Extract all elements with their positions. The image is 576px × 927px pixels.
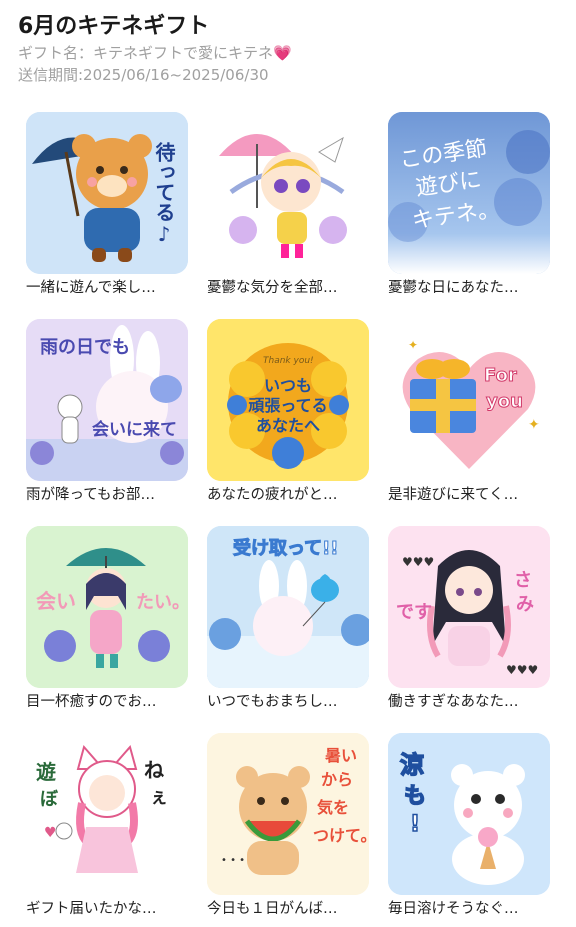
flowers-icon[interactable]: Thank you! いつも 頑張ってる あなたへ (207, 319, 369, 481)
sticker-card[interactable]: 受け取って!! いつでもおまちし… (207, 526, 369, 712)
sticker-card[interactable]: 雨の日でも 会いに来て 雨が降ってもお部… (26, 319, 188, 505)
sticker-caption: あなたの疲れがと… (207, 487, 338, 503)
page-title: 6月のキテネギフト (18, 14, 210, 39)
bunny-balloon-icon[interactable]: 受け取って!! (207, 526, 369, 688)
sticker-caption: 毎日溶けそうなぐ… (388, 901, 519, 917)
girl-green-umbrella-icon[interactable]: 会い たい。 (26, 526, 188, 688)
gift-heart-icon[interactable]: For you ✦ ✦ (388, 319, 550, 481)
sticker-caption: ギフト届いたかな… (26, 901, 157, 917)
polar-bear-icecream-icon[interactable]: 涼 も ! (388, 733, 550, 895)
svg-text:いつも: いつも (264, 376, 312, 395)
svg-text:♥♥♥: ♥♥♥ (506, 663, 538, 677)
girl-umbrella-icon[interactable] (207, 112, 369, 274)
svg-text:あなたへ: あなたへ (256, 416, 320, 435)
svg-text:つけて。: つけて。 (313, 826, 369, 845)
svg-text:ぇ: ぇ (150, 787, 168, 808)
svg-text:♥: ♥ (44, 825, 57, 841)
bear-watermelon-icon[interactable]: • • • 暑い から 気を つけて。 (207, 733, 369, 895)
sticker-caption: 憂鬱な日にあなた… (388, 280, 519, 296)
sticker-card[interactable]: 遊 ぼ ね ぇ ♥ ギフト届いたかな… (26, 733, 188, 919)
bunny-rain-icon[interactable]: 雨の日でも 会いに来て (26, 319, 188, 481)
sticker-caption: 一緒に遊んで楽し… (26, 280, 156, 296)
sticker-caption: いつでもおまちし… (207, 694, 338, 710)
svg-text:ね: ね (144, 758, 164, 782)
hydrangea-icon[interactable]: この季節 遊びに キテネ。 (388, 112, 550, 274)
svg-text:から: から (321, 770, 353, 789)
svg-text:涼: 涼 (400, 751, 424, 779)
svg-text:気を: 気を (317, 798, 349, 817)
sticker-card[interactable]: この季節 遊びに キテネ。 憂鬱な日にあなた… (388, 112, 550, 298)
sticker-caption: 今日も１日がんば… (207, 901, 338, 917)
send-period: 送信期間:2025/06/16~2025/06/30 (18, 66, 269, 84)
svg-text:✦: ✦ (528, 417, 540, 433)
sticker-card[interactable]: ♥♥♥ ♥♥♥ です さ み 働きすぎなあなた… (388, 526, 550, 712)
gift-name-text: ギフト名：キテネギフトで愛にキテネ (18, 44, 274, 62)
svg-text:you: you (486, 391, 523, 412)
gift-header: 6月のキテネギフト ギフト名：キテネギフトで愛にキテネ💗 送信期間:2025/0… (0, 0, 576, 86)
sticker-caption: 目一杯癒すのでお… (26, 694, 157, 710)
svg-text:会いに来て: 会いに来て (92, 419, 177, 440)
sticker-caption: 働きすぎなあなた… (388, 694, 519, 710)
svg-text:も: も (404, 784, 426, 809)
sticker-card[interactable]: 憂鬱な気分を全部… (207, 112, 369, 298)
girl-dark-hair-icon[interactable]: ♥♥♥ ♥♥♥ です さ み (388, 526, 550, 688)
cat-hood-girl-icon[interactable]: 遊 ぼ ね ぇ ♥ (26, 733, 188, 895)
sticker-card[interactable]: Thank you! いつも 頑張ってる あなたへ あなたの疲れがと… (207, 319, 369, 505)
svg-text:✦: ✦ (408, 338, 418, 352)
svg-text:Thank you!: Thank you! (263, 356, 314, 366)
svg-text:さ: さ (514, 570, 532, 591)
svg-text:For: For (484, 365, 517, 386)
sticker-card[interactable]: For you ✦ ✦ 是非遊びに来てく… (388, 319, 550, 505)
bear-umbrella-icon[interactable]: 待ってる♪ (26, 112, 188, 274)
svg-text:ぼ: ぼ (40, 789, 59, 810)
sticker-caption: 雨が降ってもお部… (26, 487, 156, 503)
sticker-caption: 是非遊びに来てく… (388, 487, 519, 503)
svg-text:です: です (396, 602, 432, 623)
sticker-card[interactable]: 会い たい。 目一杯癒すのでお… (26, 526, 188, 712)
svg-text:• • •: • • • (221, 855, 245, 866)
sticker-grid: 待ってる♪ 一緒に遊んで楽し… 憂鬱な気分を全部… この季節 遊びに キテネ。 … (0, 112, 576, 919)
svg-text:♥♥♥: ♥♥♥ (402, 555, 434, 569)
sticker-card[interactable]: 涼 も ! 毎日溶けそうなぐ… (388, 733, 550, 919)
svg-text:受け取って!!: 受け取って!! (233, 537, 339, 559)
sticker-card[interactable]: 待ってる♪ 一緒に遊んで楽し… (26, 112, 188, 298)
gift-name: ギフト名：キテネギフトで愛にキテネ💗 (18, 42, 558, 64)
svg-text:遊: 遊 (36, 760, 56, 784)
svg-text:!: ! (410, 812, 420, 837)
svg-text:たい。: たい。 (136, 592, 188, 613)
sticker-caption: 憂鬱な気分を全部… (207, 280, 338, 296)
svg-text:み: み (516, 594, 534, 615)
heart-icon: 💗 (273, 44, 292, 62)
svg-text:待ってる♪: 待ってる♪ (152, 141, 176, 246)
sticker-card[interactable]: • • • 暑い から 気を つけて。 今日も１日がんば… (207, 733, 369, 919)
svg-text:会い: 会い (36, 589, 76, 613)
svg-text:雨の日でも: 雨の日でも (40, 337, 130, 358)
svg-text:暑い: 暑い (324, 746, 357, 765)
svg-text:頑張ってる: 頑張ってる (247, 396, 327, 415)
